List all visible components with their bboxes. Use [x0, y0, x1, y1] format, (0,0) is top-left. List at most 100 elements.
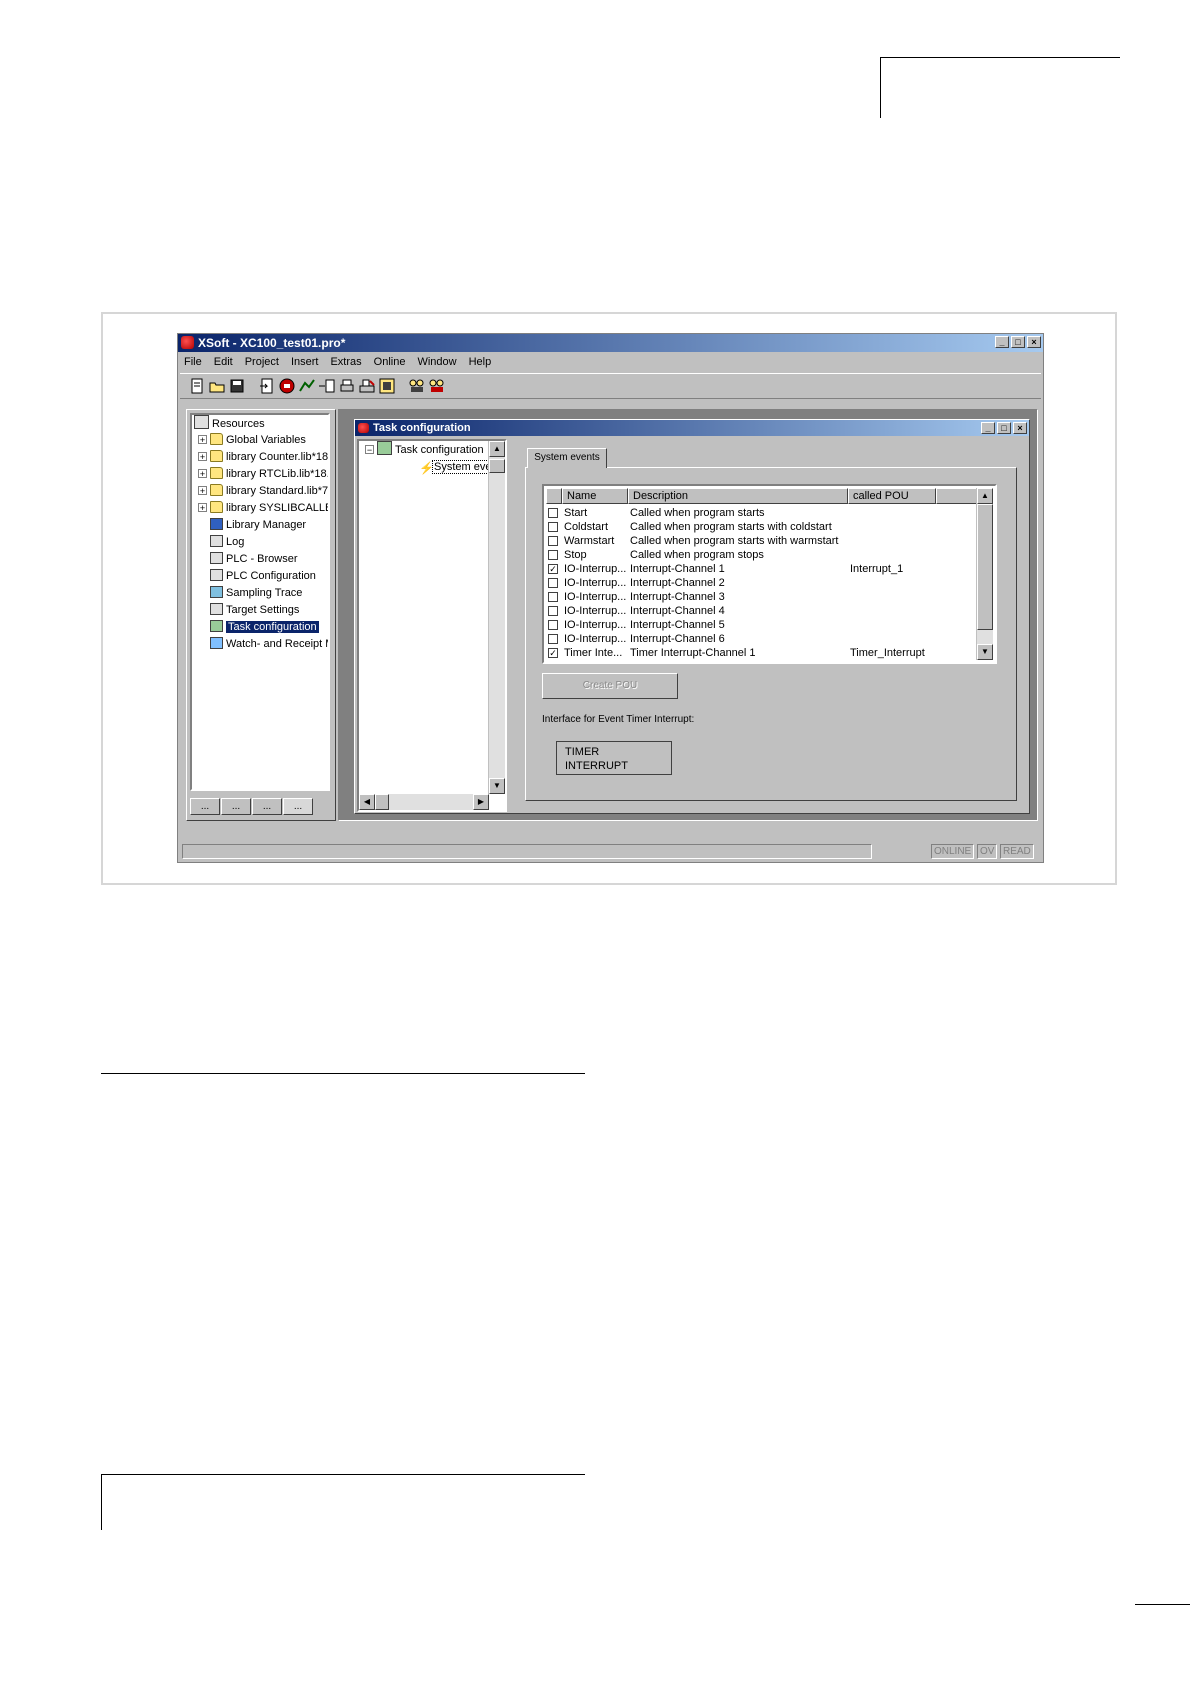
- event-row[interactable]: IO-Interrup... Interrupt-Channel 5: [548, 618, 978, 632]
- task-close-button[interactable]: ×: [1013, 422, 1027, 434]
- scroll-down-icon[interactable]: ▼: [489, 778, 505, 794]
- task-maximize-button[interactable]: □: [997, 422, 1011, 434]
- task-window-title: Task configuration: [373, 422, 471, 434]
- event-row[interactable]: Start Called when program starts: [548, 506, 978, 520]
- checkbox[interactable]: [548, 620, 558, 630]
- sampling-trace-icon: [210, 586, 223, 598]
- tree-item-resources[interactable]: Resources: [194, 415, 265, 431]
- checkbox[interactable]: [548, 508, 558, 518]
- hscroll-thumb[interactable]: [375, 794, 389, 810]
- events-scroll-down-icon[interactable]: ▼: [977, 644, 993, 660]
- tree-item-resource[interactable]: + library SYSLIBCALLBA: [198, 500, 328, 516]
- tree-item-resource[interactable]: + library Counter.lib*18.1: [198, 449, 328, 465]
- tree-item-resource[interactable]: Log: [198, 534, 244, 550]
- expand-icon[interactable]: +: [198, 486, 207, 496]
- tree-item-system-events[interactable]: ⚡System ever: [419, 459, 498, 475]
- step-icon[interactable]: [318, 377, 336, 395]
- event-row[interactable]: Stop Called when program stops: [548, 548, 978, 562]
- status-ov: OV: [977, 844, 998, 859]
- run-icon[interactable]: [298, 377, 316, 395]
- save-icon[interactable]: [228, 377, 246, 395]
- tree-item-resource[interactable]: Library Manager: [198, 517, 306, 533]
- header-name[interactable]: Name: [562, 488, 628, 504]
- checkbox-checked[interactable]: ✓: [548, 648, 558, 658]
- expand-icon[interactable]: +: [198, 435, 207, 445]
- event-row[interactable]: ✓ Timer Inte... Timer Interrupt-Channel 1 T…: [548, 646, 978, 660]
- menu-help[interactable]: Help: [463, 353, 498, 371]
- open-icon[interactable]: [208, 377, 226, 395]
- event-row[interactable]: Warmstart Called when program starts with…: [548, 534, 978, 548]
- scroll-thumb[interactable]: [489, 459, 505, 473]
- compile-icon[interactable]: [358, 377, 376, 395]
- event-row[interactable]: IO-Interrup... Interrupt-Channel 4: [548, 604, 978, 618]
- resources-tree: Resources + Global Variables + library Coun…: [190, 413, 330, 791]
- tab-resources[interactable]: ...: [283, 798, 313, 815]
- task-tree-vscroll[interactable]: ▲ ▼: [488, 441, 505, 794]
- scroll-up-icon[interactable]: ▲: [489, 441, 505, 457]
- checkbox[interactable]: [548, 550, 558, 560]
- task-tree-hscroll[interactable]: ◀ ▶: [359, 794, 489, 810]
- checkbox[interactable]: [548, 522, 558, 532]
- minimize-button[interactable]: _: [995, 336, 1009, 348]
- checkbox[interactable]: [548, 578, 558, 588]
- checkbox[interactable]: [548, 606, 558, 616]
- tree-item-task-configuration[interactable]: − Task configuration: [365, 441, 484, 457]
- scroll-left-icon[interactable]: ◀: [359, 794, 375, 810]
- system-events-tab-body: Name Description called POU Start Called …: [525, 467, 1017, 801]
- folder-icon: [210, 501, 223, 513]
- checkbox[interactable]: [548, 592, 558, 602]
- task-minimize-button[interactable]: _: [981, 422, 995, 434]
- stop-icon[interactable]: [278, 377, 296, 395]
- status-message: [182, 844, 872, 859]
- tab-pous[interactable]: ...: [190, 798, 220, 815]
- header-description[interactable]: Description: [628, 488, 848, 504]
- menu-project[interactable]: Project: [239, 353, 285, 371]
- events-scroll-up-icon[interactable]: ▲: [977, 488, 993, 504]
- menu-extras[interactable]: Extras: [324, 353, 367, 371]
- tree-item-resource[interactable]: PLC Configuration: [198, 568, 316, 584]
- new-icon[interactable]: [188, 377, 206, 395]
- collapse-icon[interactable]: −: [365, 445, 374, 455]
- menu-insert[interactable]: Insert: [285, 353, 325, 371]
- menu-edit[interactable]: Edit: [208, 353, 239, 371]
- menu-window[interactable]: Window: [411, 353, 462, 371]
- expand-icon[interactable]: +: [198, 469, 207, 479]
- event-row[interactable]: IO-Interrup... Interrupt-Channel 3: [548, 590, 978, 604]
- checkbox[interactable]: [548, 536, 558, 546]
- maximize-button[interactable]: □: [1011, 336, 1025, 348]
- tab-visualizations[interactable]: ...: [252, 798, 282, 815]
- checkbox-checked[interactable]: ✓: [548, 564, 558, 574]
- replace-icon[interactable]: [428, 377, 446, 395]
- expand-icon[interactable]: +: [198, 503, 207, 513]
- tree-item-label: PLC Configuration: [226, 570, 316, 582]
- checkbox[interactable]: [548, 634, 558, 644]
- menu-online[interactable]: Online: [368, 353, 412, 371]
- print-icon[interactable]: [338, 377, 356, 395]
- tree-item-resource[interactable]: Target Settings: [198, 602, 299, 618]
- scroll-right-icon[interactable]: ▶: [473, 794, 489, 810]
- events-scroll-thumb[interactable]: [977, 504, 993, 630]
- login-icon[interactable]: [258, 377, 276, 395]
- tree-item-resource[interactable]: + library RTCLib.lib*18.1: [198, 466, 328, 482]
- tab-system-events[interactable]: System events: [527, 448, 607, 468]
- tree-item-resource[interactable]: Sampling Trace: [198, 585, 302, 601]
- tab-data-types[interactable]: ...: [221, 798, 251, 815]
- tree-item-resource[interactable]: + Global Variables: [198, 432, 306, 448]
- create-pou-button[interactable]: Create POU: [542, 673, 678, 699]
- download-icon[interactable]: [378, 377, 396, 395]
- tree-item-resource[interactable]: + library Standard.lib*7.6: [198, 483, 328, 499]
- tree-item-resource[interactable]: Watch- and Receipt M: [198, 636, 328, 652]
- tree-item-resource[interactable]: Task configuration: [198, 619, 319, 635]
- menu-file[interactable]: File: [178, 353, 208, 371]
- events-vscroll[interactable]: ▲ ▼: [976, 488, 993, 660]
- event-row[interactable]: IO-Interrup... Interrupt-Channel 2: [548, 576, 978, 590]
- event-row[interactable]: ✓ IO-Interrup... Interrupt-Channel 1 Interr…: [548, 562, 978, 576]
- expand-icon[interactable]: +: [198, 452, 207, 462]
- tree-item-resource[interactable]: PLC - Browser: [198, 551, 298, 567]
- header-called-pou[interactable]: called POU: [848, 488, 936, 504]
- event-row[interactable]: Coldstart Called when program starts with…: [548, 520, 978, 534]
- find-icon[interactable]: [408, 377, 426, 395]
- close-button[interactable]: ×: [1027, 336, 1041, 348]
- event-row[interactable]: IO-Interrup... Interrupt-Channel 6: [548, 632, 978, 646]
- app-titlebar: XSoft - XC100_test01.pro* _ □ ×: [178, 334, 1043, 352]
